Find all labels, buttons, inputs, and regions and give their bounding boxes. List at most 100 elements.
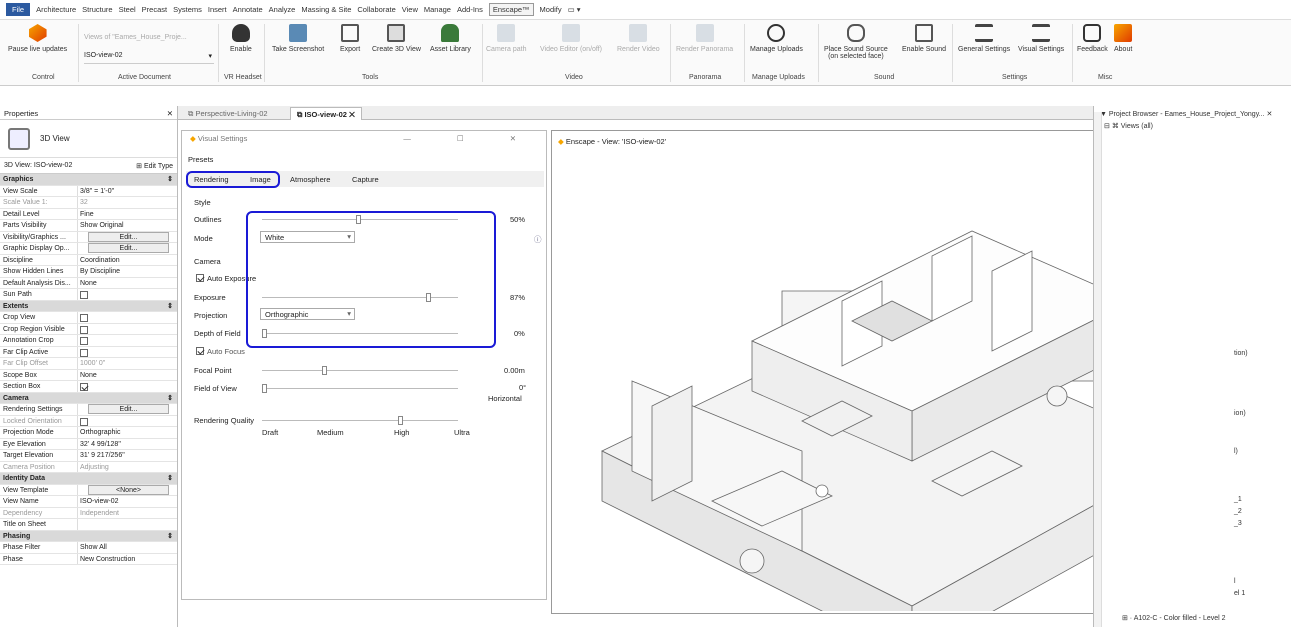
property-value[interactable]: New Construction [80, 556, 135, 563]
render-video-button[interactable]: Render Video [617, 24, 660, 53]
property-value[interactable]: 31' 9 217/256" [80, 452, 125, 459]
section-label[interactable]: Camera [3, 393, 29, 404]
presets-label[interactable]: Presets [188, 155, 213, 164]
checkbox[interactable] [80, 337, 88, 345]
menu-item[interactable]: Systems [173, 5, 202, 14]
property-value[interactable]: Fine [80, 211, 94, 218]
slider-knob[interactable] [262, 384, 267, 393]
about-button[interactable]: About [1114, 24, 1132, 53]
edit-button[interactable]: Edit... [88, 404, 169, 414]
property-value[interactable]: None [80, 372, 97, 379]
take-screenshot-button[interactable]: Take Screenshot [272, 24, 324, 53]
menu-item[interactable]: Analyze [269, 5, 296, 14]
checkbox[interactable] [80, 417, 88, 426]
video-editor-button[interactable]: Video Editor (on/off) [540, 24, 602, 53]
property-value[interactable]: 1000' 0" [80, 360, 105, 367]
menu-item[interactable]: Manage [424, 5, 451, 14]
tree-item[interactable]: l [1234, 578, 1236, 585]
collapse-icon[interactable]: ⊟ [1104, 123, 1112, 130]
pause-live-updates-button[interactable]: Pause live updates [8, 24, 67, 53]
close-icon[interactable]: ✕ [167, 109, 173, 118]
section-label[interactable]: Identity Data [3, 473, 45, 484]
collapse-icon[interactable]: ⇕ [167, 393, 173, 404]
general-settings-button[interactable]: General Settings [958, 24, 1010, 53]
checkbox[interactable] [80, 383, 88, 391]
tree-node-views[interactable]: ⊟ ⌘ Views (all) [1104, 122, 1153, 130]
tree-item[interactable]: _1 [1234, 496, 1242, 503]
menu-item[interactable]: Architecture [36, 5, 76, 14]
section-label[interactable]: Phasing [3, 531, 30, 542]
rendering-quality-slider[interactable] [262, 416, 458, 425]
edit-button[interactable]: <None> [88, 484, 169, 495]
menu-item[interactable]: View [402, 5, 418, 14]
tab-iso-view-02[interactable]: ⧉ ISO-view-02 ✕ [290, 107, 362, 120]
menu-item[interactable]: Enscape™ [488, 3, 534, 16]
tree-item[interactable]: _3 [1234, 520, 1242, 527]
menu-item[interactable]: Insert [208, 5, 227, 14]
tree-item[interactable]: _2 [1234, 508, 1242, 515]
asset-library-button[interactable]: Asset Library [430, 24, 471, 53]
window-controls[interactable]: — ☐ ✕ [403, 134, 538, 144]
property-value[interactable]: 32' 4 99/128" [80, 441, 121, 448]
menu-item[interactable]: File [6, 3, 31, 16]
enable-sound-button[interactable]: Enable Sound [902, 24, 946, 53]
section-label[interactable]: Extents [3, 301, 28, 312]
place-sound-source-button[interactable]: Place Sound Source (on selected face) [824, 24, 888, 60]
property-value[interactable]: 3/8" = 1'-0" [80, 188, 114, 195]
tab-perspective-living-02[interactable]: ⧉ Perspective-Living-02 [182, 107, 274, 120]
checkbox[interactable] [80, 314, 88, 322]
info-icon[interactable]: ⓘ [534, 234, 542, 245]
create-3d-view-button[interactable]: Create 3D View [372, 24, 421, 53]
close-icon[interactable]: ✕ [1266, 111, 1272, 118]
scrollbar[interactable] [1094, 112, 1102, 627]
property-value[interactable]: By Discipline [80, 268, 120, 275]
menu-item[interactable]: Massing & Site [301, 5, 351, 14]
edit-button[interactable]: Edit... [88, 231, 169, 242]
property-value[interactable]: Orthographic [80, 429, 120, 436]
expand-icon[interactable]: ⊞ · [1122, 615, 1134, 622]
render-panorama-button[interactable]: Render Panorama [676, 24, 733, 53]
menu-item[interactable]: ▭ ▾ [568, 5, 581, 14]
checkbox[interactable] [80, 325, 88, 334]
auto-focus-checkbox[interactable]: Auto Focus [196, 347, 245, 356]
menu-item[interactable]: Modify [540, 5, 562, 14]
property-value[interactable]: Independent [80, 510, 119, 517]
menu-item[interactable]: Annotate [233, 5, 263, 14]
property-value[interactable]: Adjusting [80, 464, 109, 471]
property-value[interactable]: None [80, 280, 97, 287]
collapse-icon[interactable]: ⇕ [167, 301, 173, 312]
property-value[interactable]: Show Original [80, 222, 124, 229]
tab-atmosphere[interactable]: Atmosphere [290, 175, 330, 184]
section-label[interactable]: Graphics [3, 174, 33, 185]
property-value[interactable]: Coordination [80, 257, 120, 264]
enable-vr-button[interactable]: Enable [230, 24, 252, 53]
checkbox[interactable] [80, 291, 88, 299]
slider-knob[interactable] [398, 416, 403, 425]
menu-item[interactable]: Structure [82, 5, 112, 14]
visual-settings-button[interactable]: Visual Settings [1018, 24, 1064, 53]
tab-capture[interactable]: Capture [352, 175, 379, 184]
slider-knob[interactable] [322, 366, 327, 375]
manage-uploads-button[interactable]: Manage Uploads [750, 24, 803, 53]
checkbox[interactable] [80, 348, 88, 357]
menu-item[interactable]: Precast [142, 5, 167, 14]
focal-point-slider[interactable] [262, 366, 458, 375]
views-of-project-field[interactable]: Views of "Eames_House_Proje... [84, 34, 196, 46]
edit-button[interactable]: Edit... [88, 243, 169, 253]
menu-item[interactable]: Add-Ins [457, 5, 483, 14]
property-value[interactable]: Show All [80, 544, 107, 551]
camera-path-button[interactable]: Camera path [486, 24, 526, 53]
tree-item[interactable]: el 1 [1234, 590, 1245, 597]
feedback-button[interactable]: Feedback [1077, 24, 1108, 53]
checkbox[interactable] [196, 347, 204, 355]
tree-item[interactable]: l) [1234, 448, 1238, 455]
edit-type-button[interactable]: ⊞ Edit Type [136, 162, 173, 170]
menu-item[interactable]: Collaborate [357, 5, 395, 14]
tree-item-a102c[interactable]: ⊞ · A102-C - Color filled - Level 2 [1122, 614, 1226, 622]
collapse-icon[interactable]: ⇕ [167, 473, 173, 484]
property-value[interactable]: ISO-view-02 [80, 498, 119, 505]
instance-selector[interactable]: 3D View: ISO-view-02 ⊞ Edit Type [0, 158, 177, 174]
property-value[interactable]: 32 [80, 199, 88, 206]
tree-item[interactable]: ion) [1234, 410, 1246, 417]
active-document-select[interactable]: ISO-view-02 ▾ [84, 52, 214, 64]
